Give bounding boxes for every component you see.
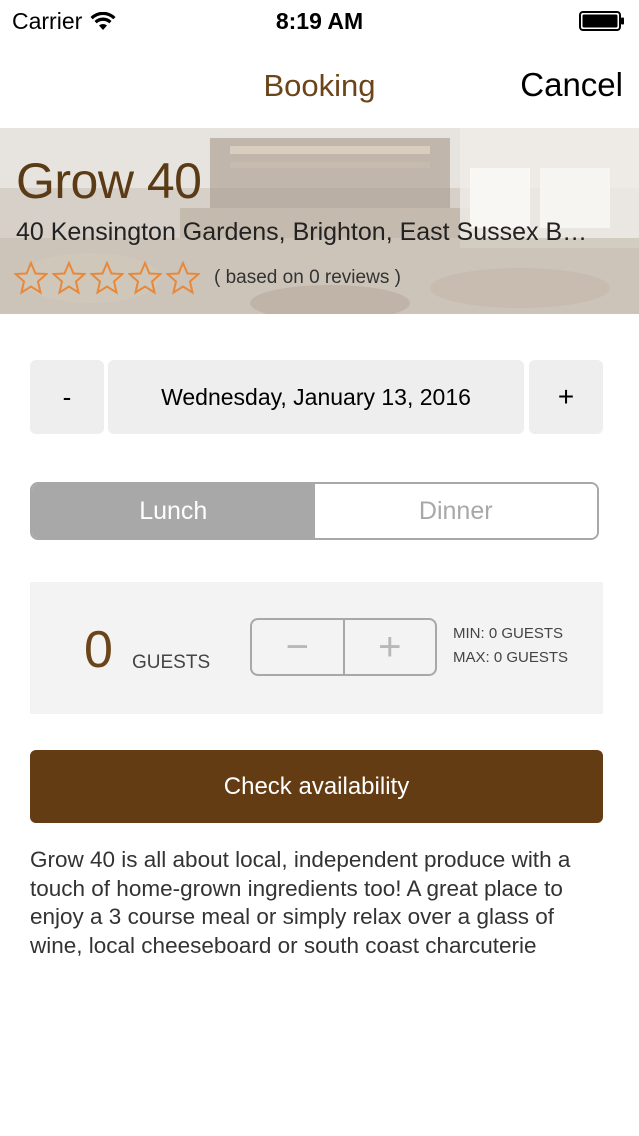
clock: 8:19 AM	[275, 8, 364, 34]
restaurant-hero: Grow 40 40 Kensington Gardens, Brighton,…	[0, 128, 639, 314]
date-picker: - Wednesday, January 13, 2016 +	[30, 360, 603, 434]
min-guests: MIN: 0 GUESTS	[453, 625, 564, 642]
max-guests: MAX: 0 GUESTS	[453, 649, 569, 666]
star-icon	[128, 261, 162, 295]
guest-limits: MIN: 0 GUESTS MAX: 0 GUESTS	[453, 622, 568, 670]
restaurant-description: Grow 40 is all about local, independent …	[30, 847, 571, 958]
rating-row: ( based on 0 reviews )	[14, 261, 401, 295]
guest-count: 0	[84, 621, 113, 679]
next-date-button[interactable]: +	[529, 360, 603, 434]
guest-stepper: − +	[250, 618, 437, 676]
meal-segmented-control: Lunch Dinner	[30, 482, 599, 540]
status-bar: Carrier 8:19 AM	[0, 0, 639, 42]
restaurant-address: 40 Kensington Gardens, Brighton, East Su…	[16, 218, 588, 246]
guests-panel: 0 GUESTS − + MIN: 0 GUESTS MAX: 0 GUESTS	[30, 582, 603, 714]
previous-date-button[interactable]: -	[30, 360, 104, 434]
segment-dinner[interactable]: Dinner	[314, 484, 597, 538]
star-icon	[90, 261, 124, 295]
increment-guests-button[interactable]: +	[345, 620, 436, 674]
guest-label: GUESTS	[132, 652, 211, 673]
check-availability-button[interactable]: Check availability	[30, 750, 603, 823]
star-icon	[166, 261, 200, 295]
battery-icon	[579, 11, 624, 31]
decrement-guests-button[interactable]: −	[252, 620, 343, 674]
star-icon	[52, 261, 86, 295]
reviews-count: ( based on 0 reviews )	[214, 267, 401, 288]
restaurant-name: Grow 40	[16, 153, 202, 209]
selected-date[interactable]: Wednesday, January 13, 2016	[108, 360, 524, 434]
star-icon	[14, 261, 48, 295]
cancel-button[interactable]: Cancel	[520, 66, 623, 104]
nav-bar: Booking Cancel	[0, 42, 639, 128]
segment-lunch[interactable]: Lunch	[32, 484, 315, 538]
